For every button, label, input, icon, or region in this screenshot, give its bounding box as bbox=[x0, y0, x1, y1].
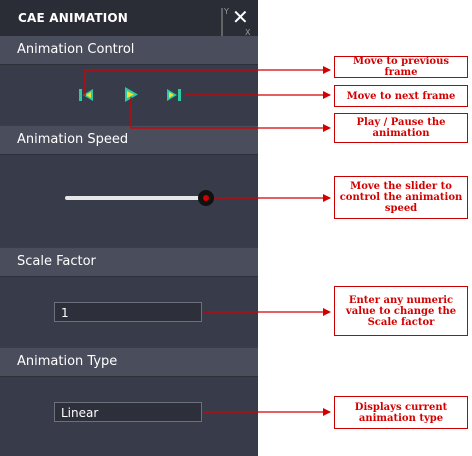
speed-slider-knob[interactable] bbox=[198, 190, 214, 206]
callout-scale-factor: Enter any numeric value to change the Sc… bbox=[334, 286, 468, 336]
speed-slider-track[interactable] bbox=[65, 196, 207, 200]
section-label: Animation Speed bbox=[17, 132, 129, 147]
skip-previous-icon[interactable] bbox=[78, 87, 94, 103]
close-icon[interactable]: ✕ bbox=[232, 7, 249, 27]
section-label: Animation Control bbox=[17, 42, 135, 57]
cae-animation-panel: CAE ANIMATION Y X ✕ Animation Control An… bbox=[0, 0, 258, 456]
section-header-animation-speed[interactable]: Animation Speed bbox=[0, 126, 258, 155]
scale-factor-input[interactable]: 1 bbox=[54, 302, 202, 322]
animation-control-body bbox=[0, 65, 258, 125]
callout-next-frame: Move to next frame bbox=[334, 85, 468, 107]
panel-title-bar: CAE ANIMATION Y X ✕ bbox=[0, 0, 258, 42]
section-label: Scale Factor bbox=[17, 254, 96, 269]
skip-next-icon[interactable] bbox=[166, 87, 182, 103]
svg-text:Y: Y bbox=[223, 7, 229, 16]
section-header-animation-control[interactable]: Animation Control bbox=[0, 36, 258, 65]
section-header-scale-factor[interactable]: Scale Factor bbox=[0, 248, 258, 277]
section-header-animation-type[interactable]: Animation Type bbox=[0, 348, 258, 377]
animation-speed-body bbox=[0, 155, 258, 247]
callout-animation-type: Displays current animation type bbox=[334, 396, 468, 429]
animation-type-field: Linear bbox=[54, 402, 202, 422]
callout-play-pause: Play / Pause the animation bbox=[334, 113, 468, 143]
section-label: Animation Type bbox=[17, 354, 118, 369]
play-icon[interactable] bbox=[123, 86, 139, 103]
callout-prev-frame: Move to previous frame bbox=[334, 56, 468, 78]
panel-title: CAE ANIMATION bbox=[18, 11, 129, 25]
callout-slider: Move the slider to control the animation… bbox=[334, 176, 468, 219]
